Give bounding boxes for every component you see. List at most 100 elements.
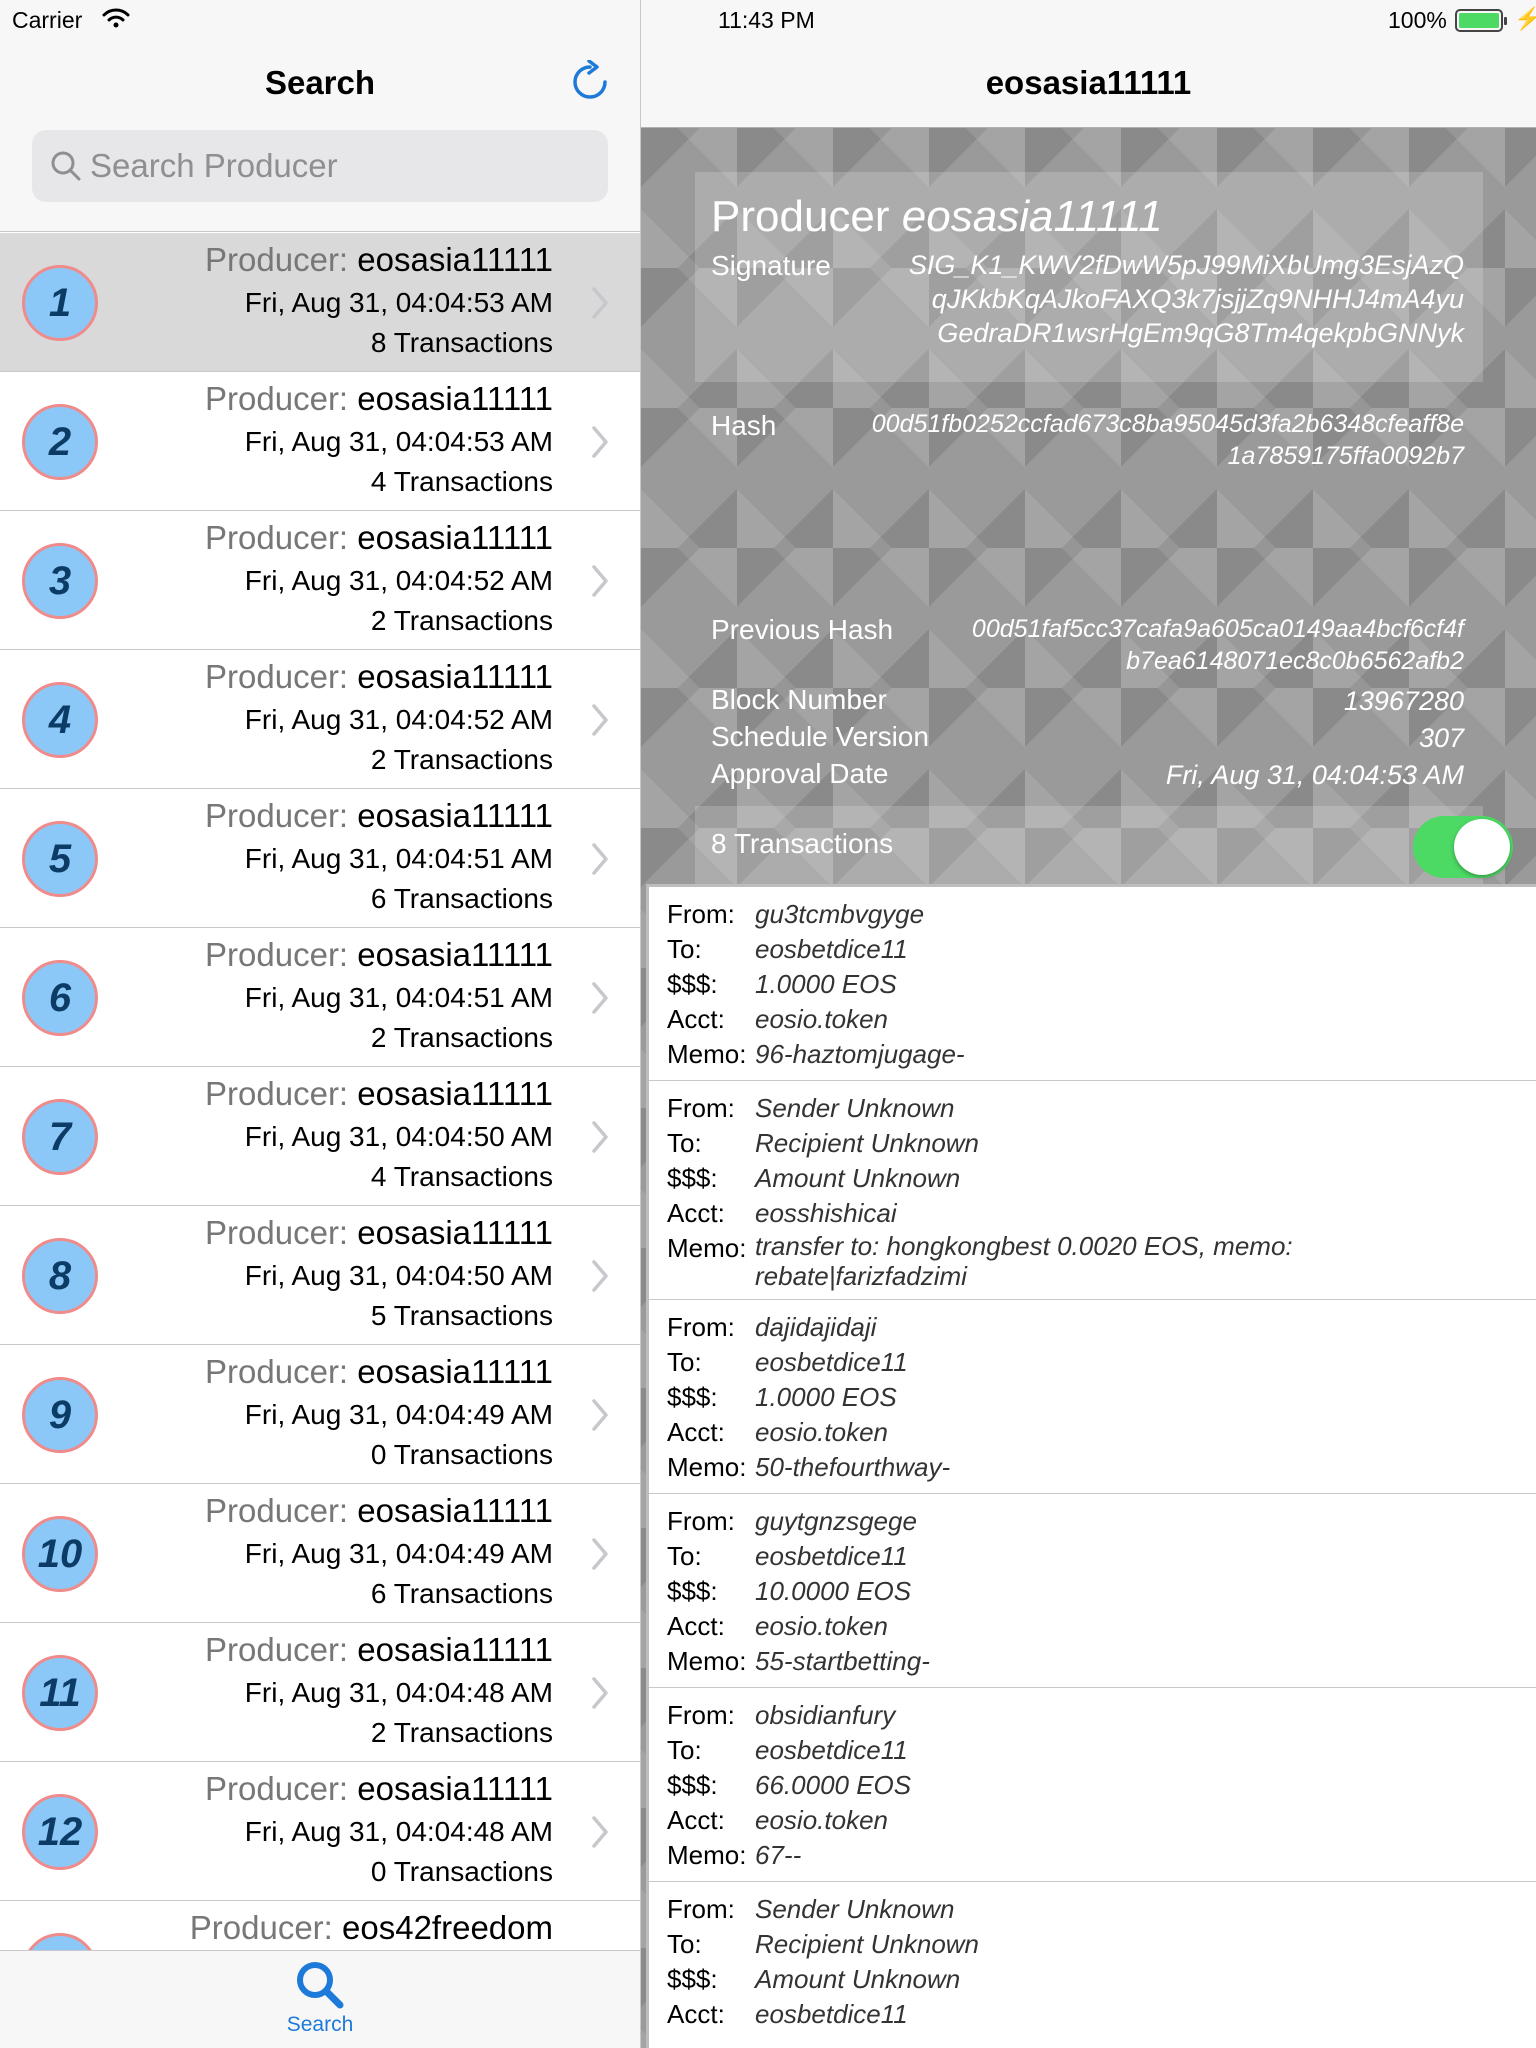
to-value: Recipient Unknown — [755, 1929, 980, 1959]
transaction-item: From: Sender Unknown To: Recipient Unknown… — [649, 1081, 1536, 1300]
chevron-right-icon — [592, 1399, 608, 1431]
producer-label: Producer: — [205, 1214, 349, 1251]
producer-label: Producer: — [205, 380, 349, 417]
search-bar[interactable] — [32, 130, 608, 202]
block-list: 1 Producer: eosasia11111 Fri, Aug 31, 04… — [0, 233, 640, 2040]
tab-bar: Search — [0, 1950, 640, 2048]
refresh-icon — [573, 59, 607, 99]
chevron-right-icon — [592, 1260, 608, 1292]
acct-label: Acct: — [667, 1611, 725, 1641]
producer-heading: Producer eosasia11111 — [711, 192, 1163, 242]
list-item[interactable]: 9 Producer: eosasia11111 Fri, Aug 31, 04… — [0, 1345, 640, 1484]
amount-value: 1.0000 EOS — [755, 969, 897, 999]
producer-label: Producer: — [205, 1492, 349, 1529]
detail-pane: eosasia11111 Producer eosasia11111 Signa… — [641, 0, 1536, 2048]
list-item[interactable]: 10 Producer: eosasia11111 Fri, Aug 31, 0… — [0, 1484, 640, 1623]
list-item[interactable]: 6 Producer: eosasia11111 Fri, Aug 31, 04… — [0, 928, 640, 1067]
list-item[interactable]: 7 Producer: eosasia11111 Fri, Aug 31, 04… — [0, 1067, 640, 1206]
block-date: Fri, Aug 31, 04:04:52 AM — [244, 704, 553, 735]
list-item[interactable]: 8 Producer: eosasia11111 Fri, Aug 31, 04… — [0, 1206, 640, 1345]
acct-label: Acct: — [667, 1417, 725, 1447]
transaction-count: 2 Transactions — [370, 1717, 553, 1748]
clock: 11:43 PM — [718, 7, 815, 33]
list-item[interactable]: 11 Producer: eosasia11111 Fri, Aug 31, 0… — [0, 1623, 640, 1762]
list-item[interactable]: 1 Producer: eosasia11111 Fri, Aug 31, 04… — [0, 233, 640, 372]
transaction-item: From: Sender Unknown To: Recipient Unknown… — [649, 1882, 1536, 2040]
transactions-toggle[interactable] — [1413, 816, 1513, 878]
amount-label: $$$: — [667, 969, 718, 999]
transaction-count: 2 Transactions — [370, 1022, 553, 1053]
schedule-version-label: Schedule Version — [711, 721, 929, 752]
master-pane: Search 1 Producer: eosasia11111 Fri, Aug… — [0, 0, 640, 2048]
producer-label: Producer: — [205, 936, 349, 973]
list-item[interactable]: 2 Producer: eosasia11111 Fri, Aug 31, 04… — [0, 372, 640, 511]
chevron-right-icon — [592, 287, 608, 319]
acct-value: eosio.token — [755, 1417, 888, 1447]
producer-label: Producer: — [205, 1353, 349, 1390]
producer-name: eosasia11111 — [357, 1770, 553, 1807]
memo-label: Memo: — [667, 1840, 747, 1870]
producer-label: Producer: — [205, 1631, 349, 1668]
block-date: Fri, Aug 31, 04:04:51 AM — [244, 843, 553, 874]
transaction-item: From: obsidianfury To: eosbetdice11 $$$: 66… — [649, 1688, 1536, 1882]
amount-value: 66.0000 EOS — [755, 1770, 912, 1800]
chevron-right-icon — [592, 1816, 608, 1848]
memo-label: Memo: — [667, 1452, 747, 1482]
producer-label: Producer: — [205, 797, 349, 834]
acct-label: Acct: — [667, 1805, 725, 1835]
producer-heading-value: eosasia11111 — [901, 192, 1163, 241]
list-item[interactable]: 5 Producer: eosasia11111 Fri, Aug 31, 04… — [0, 789, 640, 928]
signature-label: Signature — [711, 250, 831, 281]
transaction-count: 0 Transactions — [370, 1856, 553, 1887]
producer-name: eosasia11111 — [357, 1631, 553, 1668]
chevron-right-icon — [592, 426, 608, 458]
search-input[interactable] — [90, 130, 590, 202]
list-item[interactable]: 12 Producer: eosasia11111 Fri, Aug 31, 0… — [0, 1762, 640, 1901]
producer-label: Producer: — [189, 1909, 333, 1946]
producer-name: eosasia11111 — [357, 1492, 553, 1529]
transactions-list[interactable]: From: gu3tcmbvgyge To: eosbetdice11 $$$: 1.… — [646, 884, 1536, 2048]
producer-heading-label: Producer — [711, 192, 890, 241]
wifi-icon — [102, 8, 130, 28]
transaction-item: From: gu3tcmbvgyge To: eosbetdice11 $$$: 1.… — [649, 887, 1536, 1081]
acct-label: Acct: — [667, 1999, 725, 2029]
acct-value: eosio.token — [755, 1611, 888, 1641]
previous-hash-value: 00d51faf5cc37cafa9a605ca0149aa4bcf6cf4f … — [972, 613, 1464, 677]
refresh-button[interactable] — [568, 59, 612, 104]
acct-label: Acct: — [667, 1198, 725, 1228]
from-value: obsidianfury — [755, 1700, 896, 1730]
row-number-badge: 10 — [22, 1516, 98, 1592]
row-number-badge: 9 — [22, 1377, 98, 1453]
chevron-right-icon — [592, 982, 608, 1014]
block-date: Fri, Aug 31, 04:04:51 AM — [244, 982, 553, 1013]
acct-value: eosbetdice11 — [755, 1999, 908, 2029]
list-item[interactable]: 4 Producer: eosasia11111 Fri, Aug 31, 04… — [0, 650, 640, 789]
search-icon — [51, 151, 81, 181]
charging-icon: ⚡ — [1514, 6, 1536, 31]
block-number-value: 13967280 — [1343, 686, 1464, 716]
search-icon — [297, 1962, 344, 2009]
transaction-count: 8 Transactions — [370, 327, 553, 358]
transaction-count: 6 Transactions — [370, 883, 553, 914]
amount-value: Amount Unknown — [755, 1964, 961, 1994]
to-value: eosbetdice11 — [755, 1347, 908, 1377]
row-number-badge: 8 — [22, 1238, 98, 1314]
from-label: From: — [667, 1894, 735, 1924]
to-label: To: — [667, 1128, 702, 1158]
producer-name: eosasia11111 — [357, 797, 553, 834]
previous-hash-label: Previous Hash — [711, 614, 894, 645]
block-date: Fri, Aug 31, 04:04:52 AM — [244, 565, 553, 596]
list-item[interactable]: 3 Producer: eosasia11111 Fri, Aug 31, 04… — [0, 511, 640, 650]
hash-label: Hash — [711, 410, 777, 441]
row-number-badge: 6 — [22, 960, 98, 1036]
tab-search[interactable]: Search — [270, 1959, 370, 2044]
approval-date-value: Fri, Aug 31, 04:04:53 AM — [1165, 760, 1464, 790]
from-value: guytgnzsgege — [755, 1506, 917, 1536]
block-date: Fri, Aug 31, 04:04:50 AM — [244, 1121, 553, 1152]
transaction-item: From: guytgnzsgege To: eosbetdice11 $$$: 10… — [649, 1494, 1536, 1688]
signature-value: SIG_K1_KWV2fDwW5pJ99MiXbUmg3EsjAzQ qJKkb… — [909, 248, 1464, 350]
approval-date-label: Approval Date — [711, 758, 889, 789]
memo-value: 96-haztomjugage- — [755, 1039, 965, 1069]
detail-title: eosasia11111 — [985, 64, 1192, 101]
row-number-badge: 3 — [22, 543, 98, 619]
